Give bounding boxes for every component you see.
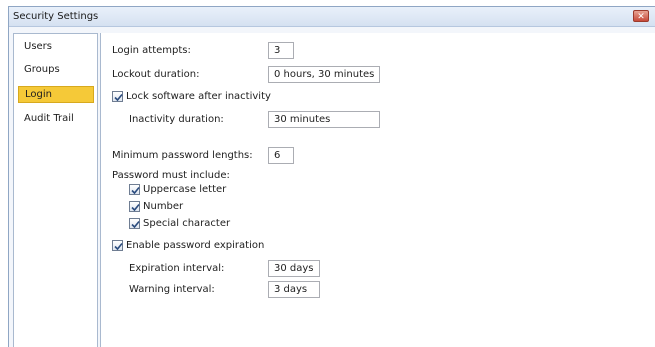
nav-item-login[interactable]: Login [18,86,94,103]
checkbox-checked-icon [129,184,140,195]
inactivity-duration-field[interactable]: 30 minutes [268,111,380,128]
nav-item-label: Audit Trail [24,113,74,124]
lockout-duration-field[interactable]: 0 hours, 30 minutes [268,66,380,83]
nav-item-label: Users [24,41,53,52]
inactivity-duration-label: Inactivity duration: [129,114,224,125]
login-settings-panel: Login attempts: 3 Lockout duration: 0 ho… [100,33,655,347]
login-attempts-label: Login attempts: [112,45,191,56]
window-title: Security Settings [13,11,99,22]
password-must-include-label: Password must include: [112,170,230,181]
special-character-label: Special character [143,218,231,229]
uppercase-letter-label: Uppercase letter [143,184,227,195]
nav-item-label: Login [25,89,52,100]
checkbox-checked-icon [129,201,140,212]
expiration-interval-label: Expiration interval: [129,263,225,274]
min-password-length-field[interactable]: 6 [268,147,294,164]
close-button[interactable]: ✕ [633,10,649,22]
enable-password-expiration-label: Enable password expiration [126,240,265,251]
expiration-interval-field[interactable]: 30 days [268,260,320,277]
settings-nav: Users Groups Login Audit Trail [13,33,98,347]
lock-after-inactivity-label: Lock software after inactivity [126,91,271,102]
dialog-content: Users Groups Login Audit Trail Login att… [13,33,655,347]
checkbox-checked-icon [129,218,140,229]
min-password-length-label: Minimum password lengths: [112,150,253,161]
warning-interval-field[interactable]: 3 days [268,281,320,298]
checkbox-checked-icon [112,91,123,102]
checkbox-checked-icon [112,240,123,251]
warning-interval-label: Warning interval: [129,284,215,295]
title-bar[interactable]: Security Settings ✕ [9,7,655,27]
nav-item-users[interactable]: Users [18,38,94,55]
uppercase-letter-checkbox[interactable]: Uppercase letter [129,184,226,198]
security-settings-window: Security Settings ✕ Users Groups Login A… [8,6,655,347]
login-attempts-field[interactable]: 3 [268,42,294,59]
enable-password-expiration-checkbox[interactable]: Enable password expiration [112,240,264,254]
special-character-checkbox[interactable]: Special character [129,218,230,232]
lockout-duration-label: Lockout duration: [112,69,200,80]
nav-item-groups[interactable]: Groups [18,61,94,78]
number-checkbox[interactable]: Number [129,201,183,215]
number-label: Number [143,201,184,212]
nav-item-label: Groups [24,64,60,75]
close-icon: ✕ [637,12,645,22]
nav-item-audit-trail[interactable]: Audit Trail [18,110,94,127]
lock-after-inactivity-checkbox[interactable]: Lock software after inactivity [112,91,271,105]
